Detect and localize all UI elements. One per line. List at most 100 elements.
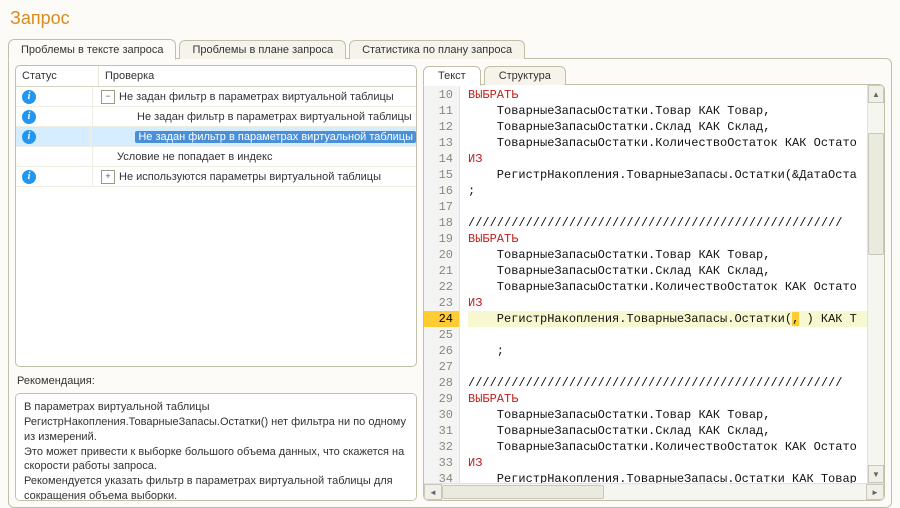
page-title: Запрос — [10, 8, 892, 29]
code-line: ИЗ — [468, 295, 867, 311]
code-line: ТоварныеЗапасыОстатки.Товар КАК Товар, — [468, 407, 867, 423]
scroll-right-icon[interactable]: ► — [866, 484, 884, 500]
status-cell: i — [16, 127, 91, 146]
gutter-line: 34 — [424, 471, 453, 483]
hscroll-track[interactable] — [442, 485, 866, 499]
main-tab-0[interactable]: Проблемы в тексте запроса — [8, 39, 176, 60]
col-status-header[interactable]: Статус — [16, 66, 99, 86]
gutter-line: 13 — [424, 135, 453, 151]
gutter-line: 21 — [424, 263, 453, 279]
tree-header: Статус Проверка — [16, 66, 416, 87]
code-line: ИЗ — [468, 151, 867, 167]
code-line: ИЗ — [468, 455, 867, 471]
main-tabs: Проблемы в тексте запросаПроблемы в план… — [8, 37, 892, 59]
gutter-line: 15 — [424, 167, 453, 183]
code-box: 1011121314151617181920212223242526272829… — [423, 84, 885, 501]
col-check-header[interactable]: Проверка — [99, 66, 416, 86]
content-panel: Статус Проверка i−Не задан фильтр в пара… — [8, 58, 892, 508]
scroll-left-icon[interactable]: ◄ — [424, 484, 442, 500]
tree-body[interactable]: i−Не задан фильтр в параметрах виртуальн… — [16, 87, 416, 366]
tree-row-label: Не задан фильтр в параметрах виртуальной… — [119, 91, 394, 103]
tree-row-label: Условие не попадает в индекс — [117, 151, 272, 163]
horizontal-scrollbar[interactable]: ◄ ► — [424, 483, 884, 500]
code-line: ТоварныеЗапасыОстатки.Склад КАК Склад, — [468, 263, 867, 279]
code-line: ТоварныеЗапасыОстатки.Товар КАК Товар, — [468, 247, 867, 263]
gutter-line: 33 — [424, 455, 453, 471]
gutter-line: 28 — [424, 375, 453, 391]
recommendation-text: В параметрах виртуальной таблицыРегистрН… — [15, 393, 417, 501]
gutter-line: 20 — [424, 247, 453, 263]
code-line: ////////////////////////////////////////… — [468, 375, 867, 391]
code-gutter: 1011121314151617181920212223242526272829… — [424, 85, 460, 483]
code-line — [468, 199, 867, 215]
main-tab-1[interactable]: Проблемы в плане запроса — [179, 40, 346, 59]
gutter-line: 11 — [424, 103, 453, 119]
gutter-line: 24 — [424, 311, 459, 327]
sub-tabs: ТекстСтруктура — [423, 65, 885, 85]
status-cell: i — [16, 87, 93, 106]
gutter-line: 30 — [424, 407, 453, 423]
check-cell: + Не используются параметры виртуальной т… — [93, 167, 416, 186]
recommendation-label: Рекомендация: — [17, 375, 417, 387]
gutter-line: 14 — [424, 151, 453, 167]
tree-row-label: Не задан фильтр в параметрах виртуальной… — [137, 111, 412, 123]
tree-row[interactable]: i Не задан фильтр в параметрах виртуально… — [16, 127, 416, 147]
code-line: ТоварныеЗапасыОстатки.Склад КАК Склад, — [468, 423, 867, 439]
code-line: ВЫБРАТЬ — [468, 231, 867, 247]
gutter-line: 10 — [424, 87, 453, 103]
check-cell: Условие не попадает в индекс — [93, 147, 416, 166]
check-cell: −Не задан фильтр в параметрах виртуально… — [93, 87, 416, 106]
tree-expander-icon[interactable]: − — [101, 90, 115, 104]
tree-row[interactable]: i + Не используются параметры виртуальной … — [16, 167, 416, 187]
gutter-line: 29 — [424, 391, 453, 407]
tree-expander-icon[interactable]: + — [101, 170, 115, 184]
code-line: РегистрНакопления.ТоварныеЗапасы.Остатки… — [468, 311, 867, 327]
hscroll-thumb[interactable] — [442, 485, 604, 499]
scroll-down-icon[interactable]: ▼ — [868, 465, 884, 483]
gutter-line: 25 — [424, 327, 453, 343]
info-icon: i — [22, 110, 36, 124]
code-line: ТоварныеЗапасыОстатки.Склад КАК Склад, — [468, 119, 867, 135]
tree-row-label: Не задан фильтр в параметрах виртуальной… — [135, 131, 416, 143]
info-icon: i — [22, 170, 36, 184]
problems-tree: Статус Проверка i−Не задан фильтр в пара… — [15, 65, 417, 367]
gutter-line: 17 — [424, 199, 453, 215]
status-cell: i — [16, 107, 93, 126]
code-line: ВЫБРАТЬ — [468, 391, 867, 407]
code-line: ; — [468, 183, 867, 199]
code-line: РегистрНакопления.ТоварныеЗапасы.Остатки… — [468, 167, 867, 183]
status-cell — [16, 147, 93, 166]
vscroll-track[interactable] — [868, 103, 884, 465]
code-line: ТоварныеЗапасыОстатки.Товар КАК Товар, — [468, 103, 867, 119]
gutter-line: 18 — [424, 215, 453, 231]
gutter-line: 23 — [424, 295, 453, 311]
tree-row-label: Не используются параметры виртуальной та… — [119, 171, 381, 183]
main-tab-2[interactable]: Статистика по плану запроса — [349, 40, 525, 59]
code-area[interactable]: ВЫБРАТЬ ТоварныеЗапасыОстатки.Товар КАК … — [460, 85, 867, 483]
info-icon: i — [22, 90, 36, 104]
vertical-scrollbar[interactable]: ▲ ▼ — [867, 85, 884, 483]
tree-row[interactable]: i Не задан фильтр в параметрах виртуально… — [16, 107, 416, 127]
status-cell: i — [16, 167, 93, 186]
gutter-line: 31 — [424, 423, 453, 439]
scroll-up-icon[interactable]: ▲ — [868, 85, 884, 103]
gutter-line: 22 — [424, 279, 453, 295]
gutter-line: 19 — [424, 231, 453, 247]
code-line: ТоварныеЗапасыОстатки.КоличествоОстаток … — [468, 439, 867, 455]
code-line: ////////////////////////////////////////… — [468, 215, 867, 231]
sub-tab-1[interactable]: Структура — [484, 66, 566, 85]
code-line: ВЫБРАТЬ — [468, 87, 867, 103]
gutter-line: 27 — [424, 359, 453, 375]
check-cell: Не задан фильтр в параметрах виртуальной… — [93, 107, 416, 126]
gutter-line: 32 — [424, 439, 453, 455]
code-line: ; — [468, 343, 867, 359]
vscroll-thumb[interactable] — [868, 133, 884, 255]
tree-row[interactable]: Условие не попадает в индекс — [16, 147, 416, 167]
code-line: ТоварныеЗапасыОстатки.КоличествоОстаток … — [468, 135, 867, 151]
gutter-line: 16 — [424, 183, 453, 199]
tree-row[interactable]: i −Не задан фильтр в параметрах виртуальн… — [16, 87, 416, 107]
gutter-line: 12 — [424, 119, 453, 135]
code-line: РегистрНакопления.ТоварныеЗапасы.Остатки… — [468, 471, 867, 483]
sub-tab-0[interactable]: Текст — [423, 66, 481, 86]
code-line: ТоварныеЗапасыОстатки.КоличествоОстаток … — [468, 279, 867, 295]
